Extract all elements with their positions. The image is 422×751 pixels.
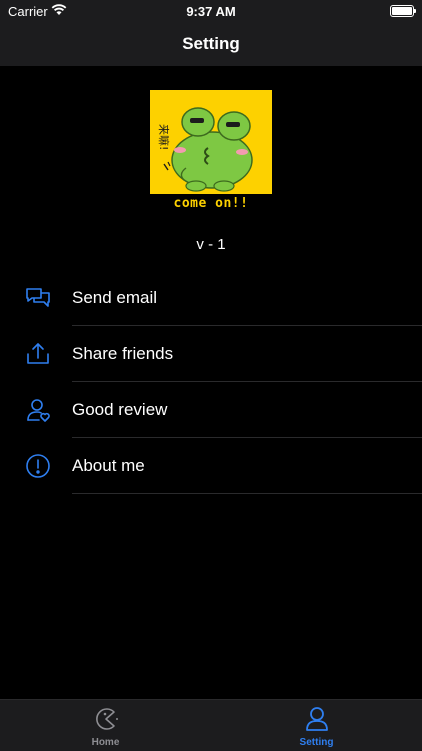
divider [72, 493, 422, 494]
logo-caption: come on!! [173, 196, 249, 211]
about-me-item[interactable]: About me [0, 438, 422, 494]
frog-illustration: 来嘛! [157, 107, 253, 192]
info-circle-icon [26, 454, 50, 478]
send-email-item[interactable]: Send email [0, 270, 422, 326]
page-title: Setting [182, 34, 240, 53]
navigation-bar: Setting [0, 22, 422, 66]
user-heart-icon [27, 399, 50, 422]
clock: 9:37 AM [186, 4, 236, 19]
tab-home-label: Home [91, 737, 120, 748]
person-icon [306, 707, 328, 731]
send-email-label: Send email [72, 288, 158, 307]
tab-setting[interactable]: Setting [211, 700, 422, 751]
share-friends-item[interactable]: Share friends [0, 326, 422, 382]
good-review-label: Good review [72, 400, 168, 419]
logo-badge-text: 来嘛! [157, 124, 171, 150]
pacman-icon [96, 708, 118, 730]
tab-home[interactable]: Home [0, 700, 211, 751]
battery-icon [390, 5, 416, 17]
status-bar: Carrier 9:37 AM [0, 0, 422, 22]
good-review-item[interactable]: Good review [0, 382, 422, 438]
chat-bubbles-icon [26, 288, 50, 307]
settings-menu: Send email Share friends Good review Abo… [0, 270, 422, 494]
share-friends-label: Share friends [72, 344, 174, 363]
tab-bar: Home Setting [0, 699, 422, 751]
tab-setting-label: Setting [299, 737, 334, 748]
about-me-label: About me [72, 456, 145, 475]
app-logo: 来嘛! [150, 90, 272, 194]
version-label: v - 1 [196, 236, 226, 253]
share-icon [27, 343, 49, 364]
